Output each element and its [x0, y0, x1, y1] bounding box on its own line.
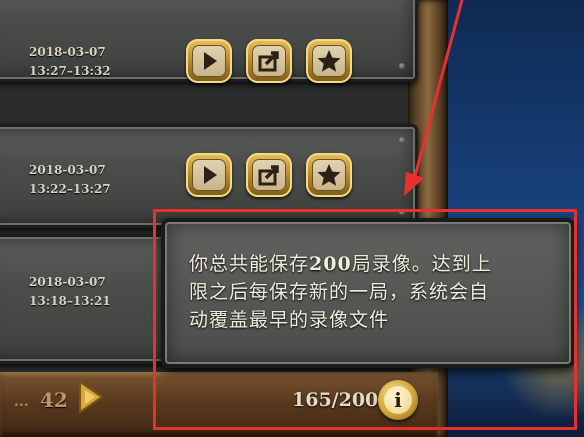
- annotation-arrow-icon: [404, 0, 464, 196]
